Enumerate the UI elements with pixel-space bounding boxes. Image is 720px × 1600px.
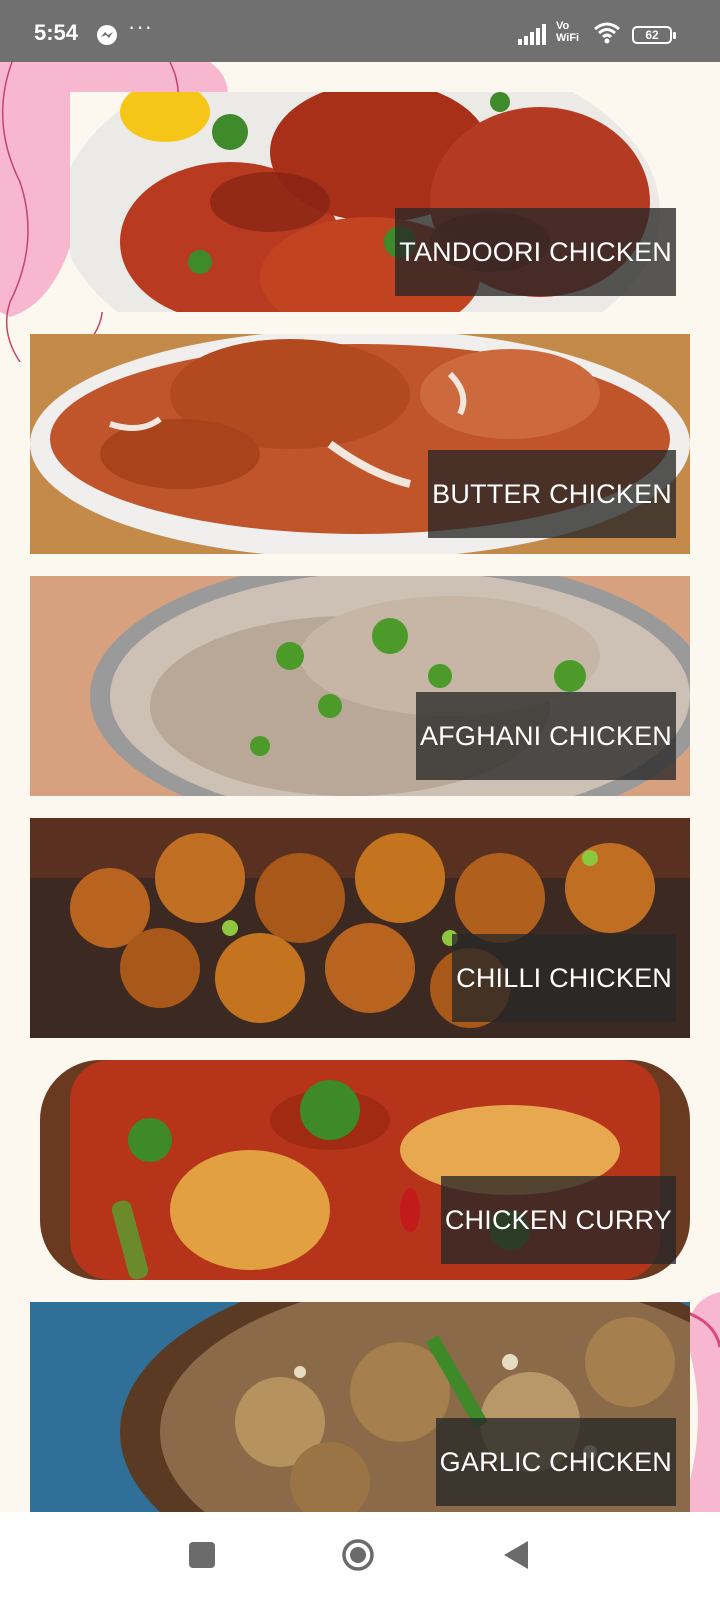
dish-label-curry: CHICKEN CURRY bbox=[440, 1176, 676, 1264]
dish-label-tandoori: TANDOORI CHICKEN bbox=[395, 208, 676, 296]
dish-label-afghani: AFGHANI CHICKEN bbox=[415, 692, 676, 780]
navigation-bar bbox=[0, 1512, 720, 1600]
battery-icon: 62 bbox=[632, 26, 676, 44]
more-icon: ··· bbox=[128, 14, 153, 39]
dish-card-garlic[interactable]: GARLIC CHICKEN bbox=[30, 1302, 690, 1512]
home-circle-icon[interactable] bbox=[341, 1538, 375, 1572]
dish-label-chilli: CHILLI CHICKEN bbox=[452, 934, 676, 1022]
recents-square-icon[interactable] bbox=[189, 1542, 215, 1568]
back-triangle-icon[interactable] bbox=[502, 1539, 530, 1571]
dish-card-curry[interactable]: CHICKEN CURRY bbox=[30, 1060, 690, 1280]
dish-label-butter: BUTTER CHICKEN bbox=[428, 450, 676, 538]
status-bar: 5:54 ··· Vo WiFi 62 bbox=[0, 0, 720, 62]
dish-list[interactable]: TANDOORI CHICKEN BUTTER CHICKEN AFGHANI … bbox=[0, 62, 720, 1512]
status-time: 5:54 bbox=[34, 20, 79, 45]
dish-card-tandoori[interactable]: TANDOORI CHICKEN bbox=[70, 92, 690, 312]
signal-icon bbox=[518, 24, 546, 45]
battery-level: 62 bbox=[645, 28, 659, 42]
dish-card-chilli[interactable]: CHILLI CHICKEN bbox=[30, 818, 690, 1038]
dish-card-butter[interactable]: BUTTER CHICKEN bbox=[30, 334, 690, 554]
dish-card-afghani[interactable]: AFGHANI CHICKEN bbox=[30, 576, 690, 796]
messenger-icon bbox=[97, 25, 117, 45]
vowifi-icon: Vo WiFi bbox=[556, 20, 580, 44]
dish-label-garlic: GARLIC CHICKEN bbox=[435, 1418, 676, 1506]
wifi-icon bbox=[594, 22, 620, 44]
